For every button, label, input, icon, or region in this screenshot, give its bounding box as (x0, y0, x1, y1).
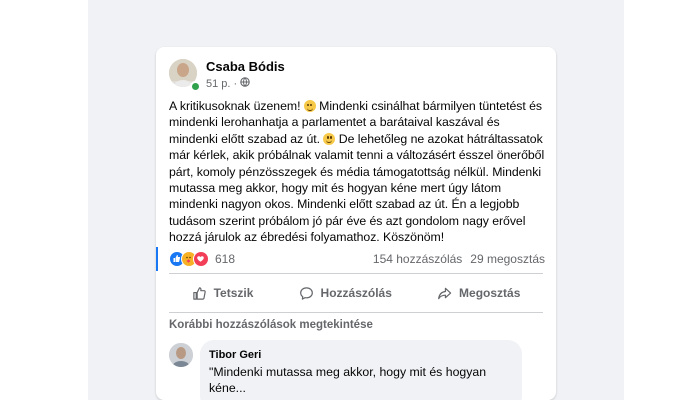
thumbs-up-icon (192, 286, 206, 300)
post-actions: Tetszik Hozzászólás Megosztás (169, 278, 543, 308)
comment-button-label: Hozzászólás (320, 286, 392, 300)
post-text-line: A kritikusoknak üzenem! Mindenki csinálh… (169, 98, 547, 114)
meta-separator: · (233, 77, 238, 90)
comments-count[interactable]: 154 hozzászólás (373, 252, 462, 266)
post-text-segment: párt, komoly pénzösszegek és média támog… (169, 164, 542, 179)
like-button[interactable]: Tetszik (184, 282, 262, 305)
comment-bubble: Tibor Geri "Mindenki mutassa meg akkor, … (200, 340, 522, 400)
online-status-indicator (190, 81, 201, 92)
post-meta: 51 p. · (206, 77, 250, 90)
post-text-line: mindenki lerohanhatja a parlamentet a ba… (169, 114, 547, 130)
post-stats: 154 hozzászólás 29 megosztás (373, 252, 545, 266)
post-text-segment: mindenki előtt szabad az út. (169, 131, 324, 146)
post-text-line: mutassa meg akkor, hogy mit és hogyan ké… (169, 180, 547, 196)
post-text: A kritikusoknak üzenem! Mindenki csinálh… (169, 98, 547, 246)
post-author-name[interactable]: Csaba Bódis (206, 59, 285, 74)
share-icon (438, 287, 452, 299)
comment-icon (299, 286, 313, 300)
post-time[interactable]: 51 p. (206, 78, 230, 90)
reaction-icons[interactable] (169, 251, 209, 267)
post-text-segment: már kérlek, akik próbálnak valamit tenni… (169, 148, 545, 163)
divider-bottom (169, 312, 543, 313)
post-text-line: már kérlek, akik próbálnak valamit tenni… (169, 147, 547, 163)
share-button[interactable]: Megosztás (429, 282, 528, 305)
post-text-line: tudásom szerint próbálom jó pár éve és a… (169, 213, 547, 229)
post-text-line: mindenki előtt szabad az út. De lehetőle… (169, 131, 547, 147)
commenter-avatar-image (169, 343, 193, 367)
post-text-segment: mindenki nagyon okos. Mindenki előtt sza… (169, 197, 520, 212)
focus-marker (156, 247, 158, 271)
love-reaction-icon (193, 251, 209, 267)
post-text-segment: A kritikusoknak üzenem! (169, 99, 304, 113)
smiley-emoji-icon (303, 100, 316, 112)
divider-top (169, 273, 543, 274)
view-previous-comments-link[interactable]: Korábbi hozzászólások megtekintése (169, 319, 373, 331)
post-text-segment: mindenki lerohanhatja a parlamentet a ba… (169, 115, 500, 130)
shares-count[interactable]: 29 megosztás (470, 252, 545, 266)
globe-icon (240, 77, 250, 90)
like-button-label: Tetszik (213, 286, 254, 300)
post-text-segment: mutassa meg akkor, hogy mit és hogyan ké… (169, 181, 502, 196)
post-text-line: mindenki nagyon okos. Mindenki előtt sza… (169, 196, 547, 212)
comment-author[interactable]: Tibor Geri (209, 349, 261, 361)
post-text-line: hozzá járulok az ébredési folyamathoz. K… (169, 229, 547, 245)
commenter-avatar[interactable] (169, 343, 193, 367)
smiley-emoji-icon (323, 132, 336, 145)
comment-button[interactable]: Hozzászólás (291, 282, 400, 305)
post-text-segment: hozzá járulok az ébredési folyamathoz. K… (169, 230, 445, 245)
reaction-count[interactable]: 618 (215, 252, 235, 266)
post-text-segment: tudásom szerint próbálom jó pár éve és a… (169, 213, 526, 228)
comment-text: "Mindenki mutassa meg akkor, hogy mit és… (209, 365, 487, 395)
reactions-row: 618 154 hozzászólás 29 megosztás (169, 249, 545, 269)
post-text-line: párt, komoly pénzösszegek és média támog… (169, 164, 547, 180)
post-text-segment: Mindenki csinálhat bármilyen tüntetést é… (315, 99, 543, 113)
share-button-label: Megosztás (459, 286, 521, 300)
post-text-segment: De lehetőleg ne azokat hátráltassatok (335, 131, 543, 146)
post-card: Csaba Bódis 51 p. · A kritikusoknak üzen… (156, 47, 556, 400)
